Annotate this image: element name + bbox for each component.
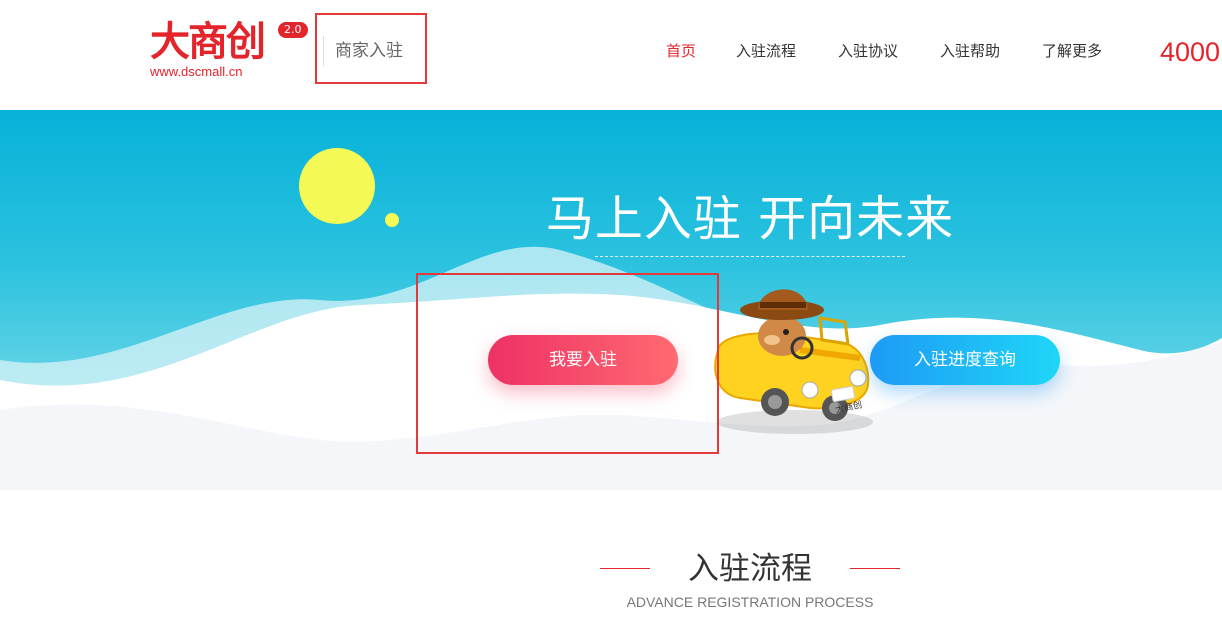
logo-version-badge: 2.0 [278,22,308,38]
hotline-number: 4000 [1160,37,1221,67]
nav-item-more[interactable]: 了解更多 [1042,40,1102,62]
title-line-right [850,568,900,569]
slogan-underline [595,256,905,257]
banner-waves [0,246,1222,490]
join-button[interactable]: 我要入驻 [488,335,678,385]
section-title: 入驻流程 [688,551,812,587]
sun-decoration [299,148,375,224]
mascot-car-illustration [714,289,873,434]
small-sun-decoration [385,213,399,227]
nav-item-help[interactable]: 入驻帮助 [940,40,1000,62]
banner-slogan: 马上入驻 开向未来 [545,191,955,247]
section-subtitle: ADVANCE REGISTRATION PROCESS [626,594,874,610]
nav-item-process[interactable]: 入驻流程 [736,40,796,62]
hero-banner: 马上入驻 开向未来 我要入驻 大商创 入驻进度查询 [0,110,1222,490]
nav-item-home[interactable]: 首页 [666,40,696,62]
logo-url: www.dscmall.cn [150,64,243,79]
main-nav: 首页 入驻流程 入驻协议 入驻帮助 了解更多 [0,40,1222,64]
site-header: 大商创 2.0 www.dscmall.cn 商家入驻 首页 入驻流程 入驻协议… [0,0,1222,110]
nav-item-agreement[interactable]: 入驻协议 [838,40,898,62]
registration-progress-button[interactable]: 入驻进度查询 [870,335,1060,385]
